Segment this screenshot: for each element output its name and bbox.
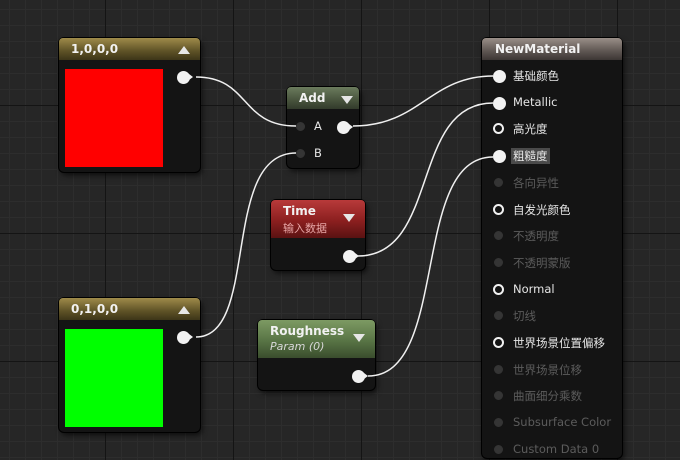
input-pin[interactable] [493, 70, 506, 83]
collapse-arrow-icon[interactable] [343, 214, 355, 222]
input-pin [494, 257, 503, 267]
material-input-world-displacement: 世界场景位移 [482, 360, 622, 380]
wire-add-to-base-color [352, 75, 494, 127]
input-pin-a[interactable] [296, 122, 305, 131]
input-label: 世界场景位置偏移 [513, 336, 605, 350]
output-pin[interactable] [337, 121, 353, 134]
add-node[interactable]: Add A B [287, 87, 359, 168]
collapse-arrow-icon[interactable] [353, 334, 365, 342]
add-header[interactable]: Add [287, 87, 359, 109]
wire-time-to-metallic [357, 102, 494, 257]
input-pin[interactable] [493, 337, 504, 348]
input-label: 各向异性 [513, 175, 559, 190]
material-input-roughness[interactable]: 粗糙度 [482, 146, 622, 166]
color-swatch-green [65, 329, 163, 427]
material-input-opacity: 不透明度 [482, 226, 622, 246]
input-label: 粗糙度 [511, 148, 550, 165]
roughness-node[interactable]: Roughness Param (0) [258, 320, 375, 390]
input-pin[interactable] [493, 123, 504, 135]
collapse-arrow-icon[interactable] [178, 306, 190, 314]
constant-red-node[interactable]: 1,0,0,0 [59, 38, 200, 172]
input-label: 基础颜色 [513, 69, 559, 83]
input-label: 自发光颜色 [513, 202, 571, 217]
material-input-metallic[interactable]: Metallic [482, 93, 622, 113]
input-label: Subsurface Color [513, 415, 612, 430]
material-input-world-position-offset[interactable]: 世界场景位置偏移 [482, 333, 622, 353]
input-a-label: A [314, 119, 322, 133]
input-label: Metallic [513, 94, 558, 109]
material-input-emissive-color[interactable]: 自发光颜色 [482, 200, 622, 220]
input-pin[interactable] [493, 203, 504, 215]
material-node[interactable]: NewMaterial 基础颜色 Metallic 高光度粗糙度各向异性自发光颜色不… [482, 38, 622, 458]
constant-green-header[interactable]: 0,1,0,0 [59, 298, 200, 320]
material-input-specular[interactable]: 高光度 [482, 119, 622, 139]
wire-red-to-add-a [195, 76, 297, 127]
input-label: 不透明蒙版 [513, 255, 571, 270]
input-label: 高光度 [513, 122, 548, 137]
input-pin [494, 231, 503, 241]
constant-green-title: 0,1,0,0 [71, 302, 119, 316]
time-node[interactable]: Time 输入数据 [271, 200, 365, 270]
color-swatch-red [65, 69, 163, 167]
input-label: 切线 [513, 309, 536, 324]
material-input-base-color[interactable]: 基础颜色 [482, 66, 622, 86]
input-label: 不透明度 [513, 229, 559, 244]
collapse-arrow-icon[interactable] [178, 46, 190, 54]
output-pin[interactable] [343, 250, 359, 263]
time-header[interactable]: Time 输入数据 [271, 200, 365, 238]
material-input-tessellation-multiplier: 曲面细分乘数 [482, 386, 622, 406]
constant-red-header[interactable]: 1,0,0,0 [59, 38, 200, 60]
input-pin [494, 364, 503, 374]
input-label: 曲面细分乘数 [513, 389, 582, 404]
input-pin[interactable] [493, 96, 506, 110]
material-input-subsurface-color: Subsurface Color [482, 413, 622, 433]
input-label: Normal [513, 281, 555, 296]
input-pin [494, 391, 503, 401]
time-subtitle: 输入数据 [283, 222, 327, 235]
input-label: 世界场景位移 [513, 362, 582, 377]
input-pin[interactable] [493, 150, 506, 164]
material-input-tangent: 切线 [482, 306, 622, 326]
material-input-anisotropy: 各向异性 [482, 173, 622, 193]
material-header[interactable]: NewMaterial [482, 38, 622, 60]
constant-red-title: 1,0,0,0 [71, 42, 119, 56]
input-pin-b[interactable] [296, 149, 305, 158]
input-pin [494, 418, 503, 428]
material-input-opacity-mask: 不透明蒙版 [482, 253, 622, 273]
output-pin[interactable] [177, 331, 193, 344]
material-input-custom-data-0: Custom Data 0 [482, 440, 622, 460]
add-title: Add [299, 91, 326, 105]
output-pin[interactable] [177, 71, 193, 84]
output-pin[interactable] [352, 370, 368, 383]
input-pin [494, 311, 503, 321]
input-pin[interactable] [493, 283, 504, 295]
input-pin [494, 444, 503, 454]
wire-roughness-to-roughness [367, 156, 494, 377]
material-title: NewMaterial [495, 42, 581, 56]
constant-green-node[interactable]: 0,1,0,0 [59, 298, 200, 432]
collapse-arrow-icon[interactable] [341, 96, 353, 104]
input-pin [494, 177, 503, 187]
input-b-label: B [314, 146, 322, 160]
roughness-header[interactable]: Roughness Param (0) [258, 320, 375, 358]
material-input-normal[interactable]: Normal [482, 280, 622, 300]
